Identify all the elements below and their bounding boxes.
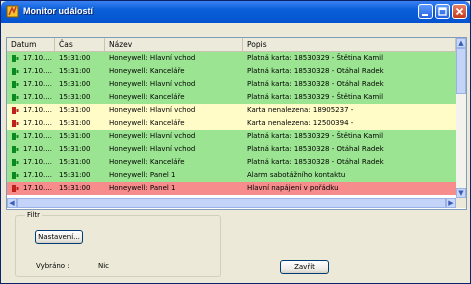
door-icon bbox=[12, 94, 19, 101]
alert-door-icon bbox=[12, 120, 19, 127]
cell-name: Honeywell: Panel 1 bbox=[109, 184, 176, 192]
cell-desc: Hlavní napájení v pořádku bbox=[247, 184, 339, 192]
cell-name: Honeywell: Hlavní vchod bbox=[109, 54, 196, 62]
alert-door-icon bbox=[12, 185, 19, 192]
cell-desc: Alarm sabotážního kontaktu bbox=[247, 171, 346, 179]
scroll-down-button[interactable]: ▼ bbox=[456, 188, 466, 198]
settings-button[interactable]: Nastavení... bbox=[35, 230, 83, 244]
cell-desc: Platná karta: 18530328 - Otáhal Radek bbox=[247, 145, 384, 153]
table-row[interactable]: 17.10.... 15:31:00 Honeywell: Panel 1 Alarm… bbox=[7, 169, 456, 182]
event-list[interactable]: Datum Čas Název Popis 17.10.... 15:31:00 H… bbox=[6, 37, 467, 210]
cell-name: Honeywell: Hlavní vchod bbox=[109, 132, 196, 140]
scroll-left-button[interactable]: ◀ bbox=[7, 198, 17, 208]
cell-date: 17.10.... bbox=[23, 67, 52, 75]
table-row[interactable]: 17.10.... 15:31:00 Honeywell: Hlavní vchod… bbox=[7, 78, 456, 91]
cell-time: 15:31:00 bbox=[59, 93, 91, 101]
table-row[interactable]: 17.10.... 15:31:00 Honeywell: Hlavní vchod… bbox=[7, 52, 456, 65]
door-icon bbox=[12, 172, 19, 179]
vertical-scrollbar[interactable]: ▲ ▼ bbox=[456, 38, 466, 198]
horizontal-scrollbar[interactable]: ◀ ▶ bbox=[7, 198, 456, 208]
cell-name: Honeywell: Panel 1 bbox=[109, 171, 176, 179]
event-monitor-window: Monitor událostí Datum Čas Název Popis 1… bbox=[0, 0, 471, 284]
cell-time: 15:31:00 bbox=[59, 171, 91, 179]
scroll-corner bbox=[456, 198, 466, 208]
door-icon bbox=[12, 81, 19, 88]
cell-desc: Platná karta: 18530329 - Štětina Kamil bbox=[247, 54, 384, 62]
monitor-app-icon bbox=[6, 5, 19, 18]
cell-time: 15:31:00 bbox=[59, 184, 91, 192]
cell-desc: Platná karta: 18530328 - Otáhal Radek bbox=[247, 158, 384, 166]
cell-desc: Platná karta: 18530328 - Otáhal Radek bbox=[247, 67, 384, 75]
filter-legend: Filtr bbox=[25, 211, 43, 219]
door-icon bbox=[12, 146, 19, 153]
alert-door-icon bbox=[12, 107, 19, 114]
cell-time: 15:31:00 bbox=[59, 132, 91, 140]
minimize-icon bbox=[422, 14, 428, 16]
cell-name: Honeywell: Hlavní vchod bbox=[109, 145, 196, 153]
table-row[interactable]: 17.10.... 15:31:00 Honeywell: Kanceláře Pla… bbox=[7, 156, 456, 169]
cell-name: Honeywell: Kanceláře bbox=[109, 93, 185, 101]
cell-date: 17.10.... bbox=[23, 54, 52, 62]
cell-name: Honeywell: Hlavní vchod bbox=[109, 106, 196, 114]
window-title: Monitor událostí bbox=[23, 6, 93, 16]
cell-name: Honeywell: Kanceláře bbox=[109, 158, 185, 166]
cell-name: Honeywell: Kanceláře bbox=[109, 67, 185, 75]
cell-desc: Karta nenalezena: 12500394 - bbox=[247, 119, 354, 127]
close-window-button[interactable] bbox=[452, 4, 467, 19]
cell-time: 15:31:00 bbox=[59, 54, 91, 62]
cell-time: 15:31:00 bbox=[59, 145, 91, 153]
column-header-description[interactable]: Popis bbox=[243, 38, 456, 51]
horizontal-scroll-thumb[interactable] bbox=[17, 198, 446, 208]
table-row[interactable]: 17.10.... 15:31:00 Honeywell: Kanceláře Kar… bbox=[7, 117, 456, 130]
table-row[interactable]: 17.10.... 15:31:00 Honeywell: Kanceláře Pla… bbox=[7, 91, 456, 104]
close-icon bbox=[455, 7, 464, 16]
door-icon bbox=[12, 55, 19, 62]
title-bar[interactable]: Monitor událostí bbox=[1, 1, 470, 23]
maximize-icon bbox=[438, 7, 447, 16]
column-header-time[interactable]: Čas bbox=[55, 38, 105, 51]
selected-value: Nic bbox=[98, 262, 110, 270]
cell-date: 17.10.... bbox=[23, 158, 52, 166]
cell-date: 17.10.... bbox=[23, 119, 52, 127]
table-row[interactable]: 17.10.... 15:31:00 Honeywell: Hlavní vchod… bbox=[7, 143, 456, 156]
scroll-right-button[interactable]: ▶ bbox=[446, 198, 456, 208]
vertical-scroll-thumb[interactable] bbox=[456, 48, 466, 94]
selected-label: Vybráno : bbox=[36, 262, 70, 270]
list-header: Datum Čas Název Popis bbox=[7, 38, 456, 52]
cell-name: Honeywell: Hlavní vchod bbox=[109, 80, 196, 88]
cell-time: 15:31:00 bbox=[59, 158, 91, 166]
table-row[interactable]: 17.10.... 15:31:00 Honeywell: Panel 1 Hlavn… bbox=[7, 182, 456, 195]
cell-date: 17.10.... bbox=[23, 132, 52, 140]
cell-date: 17.10.... bbox=[23, 106, 52, 114]
table-row[interactable]: 17.10.... 15:31:00 Honeywell: Hlavní vchod… bbox=[7, 104, 456, 117]
minimize-button[interactable] bbox=[418, 4, 433, 19]
cell-date: 17.10.... bbox=[23, 145, 52, 153]
cell-date: 17.10.... bbox=[23, 184, 52, 192]
door-icon bbox=[12, 159, 19, 166]
cell-date: 17.10.... bbox=[23, 171, 52, 179]
column-header-date[interactable]: Datum bbox=[7, 38, 55, 51]
cell-desc: Platná karta: 18530329 - Štětina Kamil bbox=[247, 132, 384, 140]
cell-desc: Karta nenalezena: 18905237 - bbox=[247, 106, 354, 114]
door-icon bbox=[12, 68, 19, 75]
scroll-up-button[interactable]: ▲ bbox=[456, 38, 466, 48]
cell-date: 17.10.... bbox=[23, 80, 52, 88]
cell-time: 15:31:00 bbox=[59, 80, 91, 88]
cell-time: 15:31:00 bbox=[59, 67, 91, 75]
cell-time: 15:31:00 bbox=[59, 119, 91, 127]
cell-desc: Platná karta: 18530328 - Otáhal Radek bbox=[247, 80, 384, 88]
cell-date: 17.10.... bbox=[23, 93, 52, 101]
close-button[interactable]: Zavřít bbox=[280, 260, 329, 274]
table-row[interactable]: 17.10.... 15:31:00 Honeywell: Hlavní vchod… bbox=[7, 130, 456, 143]
cell-desc: Platná karta: 18530329 - Štětina Kamil bbox=[247, 93, 384, 101]
maximize-button[interactable] bbox=[435, 4, 450, 19]
cell-name: Honeywell: Kanceláře bbox=[109, 119, 185, 127]
cell-time: 15:31:00 bbox=[59, 106, 91, 114]
door-icon bbox=[12, 133, 19, 140]
column-header-name[interactable]: Název bbox=[105, 38, 243, 51]
table-row[interactable]: 17.10.... 15:31:00 Honeywell: Kanceláře Pla… bbox=[7, 65, 456, 78]
